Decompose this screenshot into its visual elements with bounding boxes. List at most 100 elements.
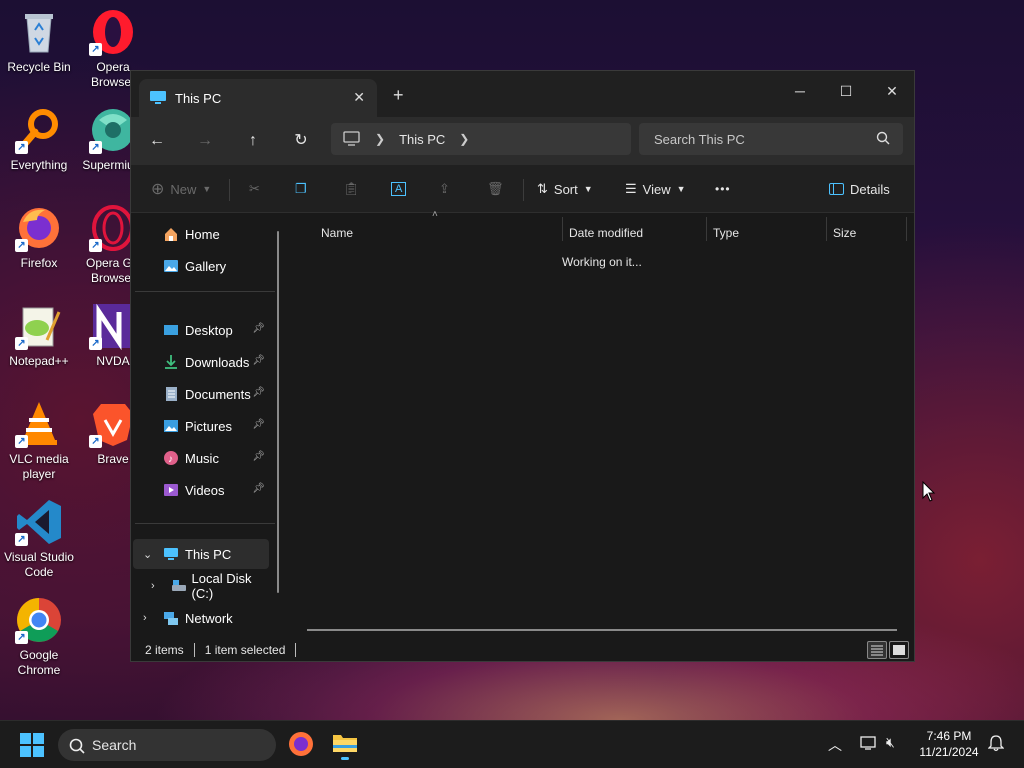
pin-icon[interactable]: 📌︎	[252, 483, 265, 494]
search-icon	[876, 131, 890, 145]
forward-button[interactable]: →	[193, 129, 217, 153]
shortcut-arrow-icon: ↗	[89, 141, 102, 154]
column-header-size[interactable]: Size	[827, 219, 856, 247]
new-tab-button[interactable]: +	[393, 85, 404, 106]
more-options-button[interactable]: •••	[715, 177, 731, 201]
desktop-icon-vlc[interactable]: ↗ VLC media player	[0, 400, 78, 482]
minimize-button[interactable]: ─	[777, 77, 823, 105]
sidebar-item-gallery[interactable]: Gallery	[133, 251, 269, 281]
home-icon	[165, 228, 177, 241]
file-explorer-window: This PC ✕ + ─ ☐ ✕ ← → ↑ ↻ ❯ This PC ❯ Se…	[130, 70, 915, 662]
pin-icon[interactable]: 📌︎	[252, 419, 265, 430]
shortcut-arrow-icon: ↗	[89, 435, 102, 448]
shortcut-arrow-icon: ↗	[15, 631, 28, 644]
desktop-icon-label: Notepad++	[9, 354, 69, 368]
address-bar[interactable]: ❯ This PC ❯	[331, 123, 631, 155]
taskbar-firefox[interactable]	[288, 731, 314, 757]
network-status-icon[interactable]	[860, 735, 878, 754]
tab-this-pc[interactable]: This PC ✕	[139, 79, 377, 117]
column-header-date-modified[interactable]: Date modified	[563, 219, 643, 247]
gallery-icon	[164, 260, 178, 272]
sidebar-item-this-pc[interactable]: ⌄ This PC	[133, 539, 269, 569]
notifications-bell-icon[interactable]	[987, 734, 1005, 755]
monitor-icon	[343, 131, 360, 146]
sidebar-item-desktop[interactable]: Desktop 📌︎	[133, 315, 269, 345]
close-tab-icon[interactable]: ✕	[353, 89, 365, 106]
share-button[interactable]: ⇪	[439, 177, 450, 201]
taskbar-file-explorer[interactable]	[332, 731, 358, 761]
pin-icon[interactable]: 📌︎	[252, 355, 265, 366]
desktop-folder-icon	[164, 325, 178, 335]
nav-scrollbar[interactable]	[277, 231, 279, 593]
details-view-button[interactable]	[867, 641, 887, 659]
view-button[interactable]: ☰ View ▼	[625, 177, 686, 201]
svg-text:♪: ♪	[168, 454, 173, 465]
sidebar-item-local-disk[interactable]: › Local Disk (C:)	[133, 571, 269, 601]
large-icons-view-button[interactable]	[889, 641, 909, 659]
search-input[interactable]: Search This PC	[639, 123, 903, 155]
desktop-icon-firefox[interactable]: ↗ Firefox	[0, 204, 78, 271]
network-icon	[164, 612, 178, 625]
close-window-button[interactable]: ✕	[869, 77, 914, 105]
address-bar-row: ← → ↑ ↻ ❯ This PC ❯ Search This PC	[131, 117, 914, 165]
desktop-icon-notepadpp[interactable]: ↗ Notepad++	[0, 302, 78, 369]
pin-icon[interactable]: 📌︎	[252, 451, 265, 462]
shortcut-arrow-icon: ↗	[15, 141, 28, 154]
pin-icon[interactable]: 📌︎	[252, 387, 265, 398]
taskbar: Search ︿ 🔇︎ 7:46 PM 11/21/2024	[0, 720, 1024, 768]
desktop-icon-everything[interactable]: ↗ Everything	[0, 106, 78, 173]
shortcut-arrow-icon: ↗	[15, 533, 28, 546]
notepadpp-icon: ↗	[15, 302, 63, 350]
details-view-icon	[871, 645, 883, 656]
sidebar-item-documents[interactable]: Documents 📌︎	[133, 379, 269, 409]
chevron-right-icon[interactable]: ›	[143, 612, 147, 624]
desktop-icon-label: Everything	[10, 158, 68, 172]
chevron-right-icon[interactable]: ❯	[459, 132, 469, 146]
show-hidden-icons-button[interactable]: ︿	[828, 735, 842, 755]
shortcut-arrow-icon: ↗	[15, 435, 28, 448]
up-button[interactable]: ↑	[241, 129, 265, 153]
desktop-icon-chrome[interactable]: ↗ Google Chrome	[0, 596, 78, 678]
volume-muted-icon[interactable]: 🔇︎	[886, 734, 895, 751]
clock[interactable]: 7:46 PM 11/21/2024	[912, 728, 986, 760]
column-header-type[interactable]: Type	[707, 219, 739, 247]
details-pane-button[interactable]: Details	[829, 177, 890, 201]
new-button[interactable]: ⊕ New ▼	[151, 177, 211, 201]
delete-button[interactable]: 🗑︎	[487, 177, 504, 201]
rename-button[interactable]: A	[391, 177, 407, 201]
cut-button[interactable]: ✂	[249, 177, 260, 201]
chevron-down-icon: ▼	[202, 184, 212, 194]
column-header-name[interactable]: Name	[315, 219, 353, 247]
desktop-icon-recycle-bin[interactable]: Recycle Bin	[0, 8, 78, 75]
desktop-icon-vscode[interactable]: ↗ Visual Studio Code	[0, 498, 78, 580]
navigation-pane: Home Gallery Desktop 📌︎ Downloads 📌︎ Doc…	[131, 213, 281, 633]
scissors-icon: ✂	[249, 181, 260, 196]
start-button[interactable]	[20, 733, 44, 757]
vlc-icon: ↗	[15, 400, 63, 448]
paste-button[interactable]: 📋︎	[343, 177, 360, 201]
sidebar-item-home[interactable]: Home	[133, 219, 269, 249]
firefox-icon	[289, 732, 313, 756]
sidebar-item-pictures[interactable]: Pictures 📌︎	[133, 411, 269, 441]
back-button[interactable]: ←	[145, 129, 169, 153]
copy-button[interactable]: ❐	[295, 177, 307, 201]
breadcrumb-this-pc[interactable]: This PC	[399, 132, 445, 147]
chevron-right-icon: ❯	[375, 132, 386, 146]
clock-time: 7:46 PM	[926, 729, 972, 743]
file-list: ˄ Name Date modified Type Size Working o…	[289, 209, 914, 637]
sidebar-item-network[interactable]: › Network	[133, 603, 269, 633]
chevron-down-icon[interactable]: ⌄	[143, 548, 152, 561]
pin-icon[interactable]: 📌︎	[252, 323, 265, 334]
refresh-button[interactable]: ↻	[289, 129, 313, 153]
maximize-button[interactable]: ☐	[823, 77, 869, 105]
sort-button[interactable]: ⇅ Sort ▼	[537, 177, 593, 201]
sidebar-item-music[interactable]: ♪ Music 📌︎	[133, 443, 269, 473]
horizontal-scrollbar[interactable]	[307, 629, 897, 631]
folder-icon	[333, 735, 357, 752]
sidebar-item-downloads[interactable]: Downloads 📌︎	[133, 347, 269, 377]
chevron-right-icon[interactable]: ›	[151, 580, 155, 592]
desktop-icon-label: Google Chrome	[17, 648, 61, 677]
sidebar-item-videos[interactable]: Videos 📌︎	[133, 475, 269, 505]
taskbar-search[interactable]: Search	[58, 729, 276, 761]
music-icon: ♪	[164, 451, 178, 465]
